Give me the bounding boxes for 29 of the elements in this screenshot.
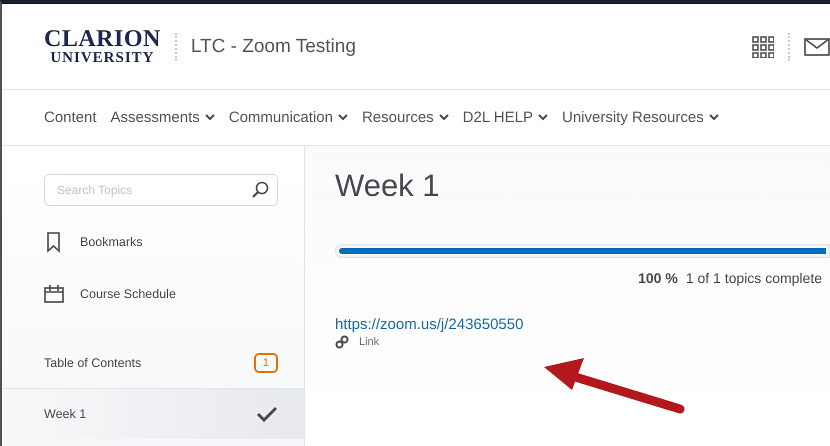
nav-link[interactable]: University Resources xyxy=(562,109,719,126)
caret-icon xyxy=(708,114,719,121)
search-icon[interactable] xyxy=(251,181,269,199)
caret-icon xyxy=(438,114,449,121)
module-item[interactable]: Week 1 xyxy=(2,388,304,439)
caret-icon xyxy=(538,114,548,121)
count-badge: 1 xyxy=(254,353,278,373)
topic-link[interactable]: https://zoom.us/j/243650550 xyxy=(335,316,524,333)
topic-type: Link xyxy=(359,336,380,348)
calendar-icon xyxy=(44,284,64,304)
nav-link[interactable]: Assessments xyxy=(110,109,215,126)
nav-link[interactable]: D2L HELP xyxy=(462,109,548,126)
nav-link[interactable]: Communication xyxy=(228,109,348,126)
chain-link-icon xyxy=(335,335,349,349)
caret-icon xyxy=(338,114,348,121)
sidebar-link[interactable]: Bookmarks xyxy=(80,235,143,249)
nav-link[interactable]: Resources xyxy=(362,109,449,126)
course-title[interactable]: LTC - Zoom Testing xyxy=(190,36,356,58)
nav-link[interactable]: Content xyxy=(44,109,97,126)
page-heading: Week 1 xyxy=(335,168,441,204)
university-logo[interactable]: CLARION UNIVERSITY xyxy=(44,27,161,66)
mail-icon[interactable] xyxy=(804,38,830,56)
sidebar-link[interactable]: Table of Contents xyxy=(44,356,142,370)
progress-text: 1 of 1 topics complete xyxy=(686,270,822,286)
caret-icon xyxy=(204,114,215,121)
progress-percent: 100 % xyxy=(638,270,678,286)
search-field[interactable]: Search Topics xyxy=(44,174,278,206)
sidebar-link[interactable]: Course Schedule xyxy=(80,287,176,301)
app-grid-icon[interactable] xyxy=(752,36,774,58)
